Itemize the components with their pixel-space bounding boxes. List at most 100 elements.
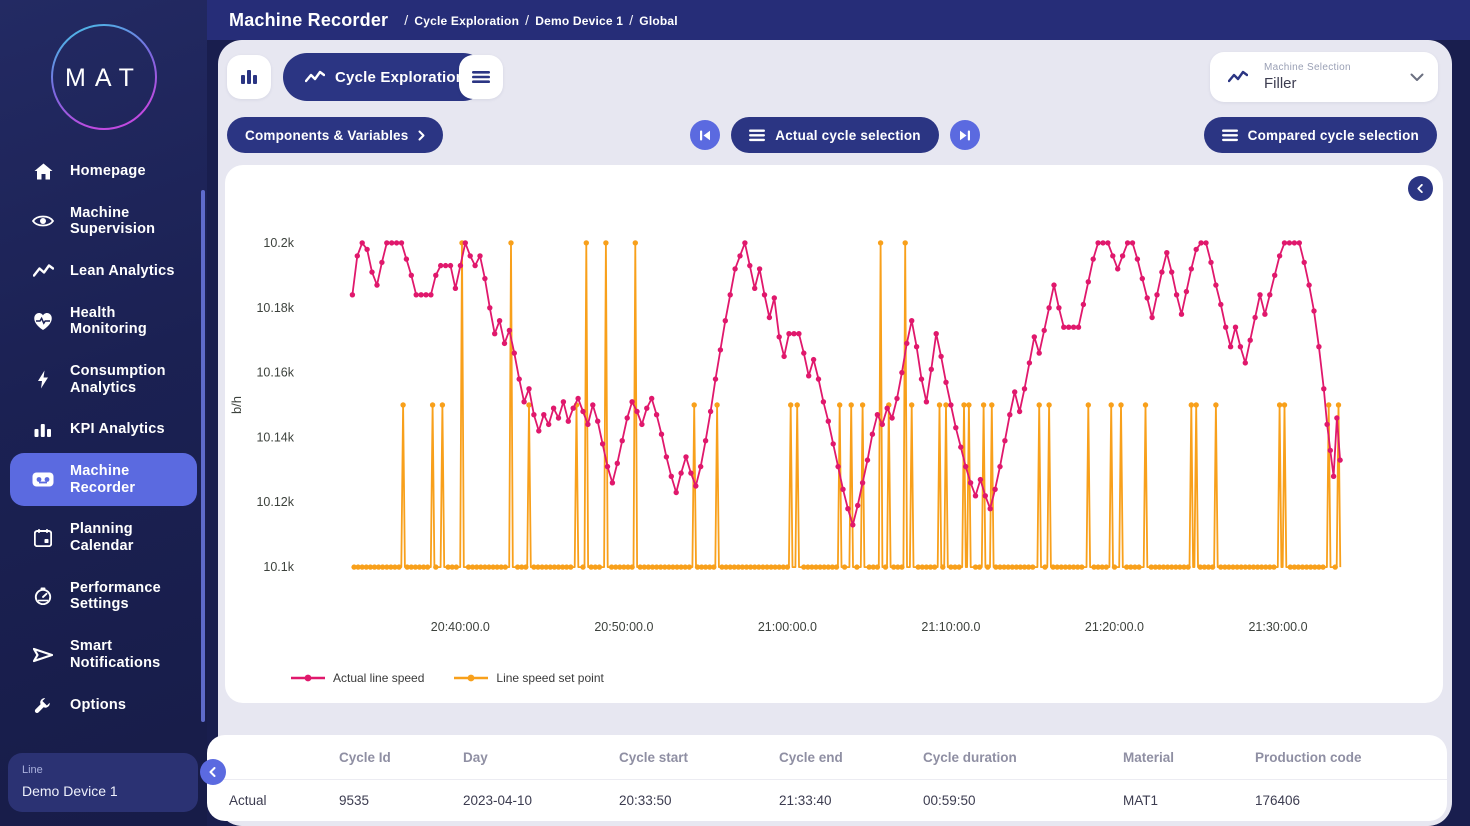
- data-point: [849, 402, 854, 407]
- actual-cycle-selection-button[interactable]: Actual cycle selection: [731, 117, 938, 153]
- data-point: [1051, 282, 1056, 287]
- data-point: [453, 286, 458, 291]
- data-point: [1169, 269, 1174, 274]
- data-point: [953, 425, 958, 430]
- compared-cycle-selection-button[interactable]: Compared cycle selection: [1204, 117, 1437, 153]
- header: Machine Recorder /Cycle Exploration/Demo…: [207, 0, 1470, 40]
- data-point: [1326, 402, 1331, 407]
- data-point: [610, 480, 615, 485]
- data-point: [571, 406, 576, 411]
- logo: MAT: [0, 22, 207, 132]
- data-point: [1248, 338, 1253, 343]
- sidebar-item-planning-calendar[interactable]: Planning Calendar: [10, 511, 197, 564]
- data-point: [978, 477, 983, 482]
- data-point: [958, 444, 963, 449]
- data-point: [458, 263, 463, 268]
- list-view-button[interactable]: [459, 55, 503, 99]
- breadcrumb-item[interactable]: Global: [639, 14, 678, 28]
- sidebar-item-performance-settings[interactable]: Performance Settings: [10, 570, 197, 623]
- sidebar-scrollbar[interactable]: [201, 190, 205, 722]
- data-point: [1324, 422, 1329, 427]
- sidebar-item-kpi-analytics[interactable]: KPI Analytics: [10, 411, 197, 448]
- data-point: [899, 564, 904, 569]
- data-point: [796, 331, 801, 336]
- data-point: [919, 376, 924, 381]
- tab-cycle-exploration[interactable]: Cycle Exploration: [283, 53, 487, 101]
- data-point: [615, 461, 620, 466]
- sidebar-item-options[interactable]: Options: [10, 686, 197, 724]
- data-point: [878, 240, 883, 245]
- legend-item[interactable]: Line speed set point: [454, 671, 603, 685]
- data-point: [1007, 412, 1012, 417]
- mat-logo-icon: MAT: [49, 22, 159, 132]
- data-point: [1282, 402, 1287, 407]
- breadcrumb-separator: /: [525, 12, 529, 28]
- chart-legend: Actual line speed Line speed set point: [291, 671, 604, 685]
- data-point: [894, 396, 899, 401]
- x-tick-label: 20:40:00.0: [431, 620, 490, 634]
- sidebar-item-label: Smart Notifications: [70, 638, 180, 671]
- data-point: [568, 564, 573, 569]
- data-point: [1112, 564, 1117, 569]
- data-point: [1109, 402, 1114, 407]
- chart-collapse-button[interactable]: [1408, 176, 1433, 201]
- data-point: [521, 399, 526, 404]
- data-point: [414, 292, 419, 297]
- skip-forward-icon: [959, 130, 971, 141]
- data-point: [409, 273, 414, 278]
- line-selector-card[interactable]: Line Demo Device 1: [8, 753, 198, 812]
- data-point: [1002, 438, 1007, 443]
- table-row[interactable]: Actual95352023-04-1020:33:5021:33:4000:5…: [207, 780, 1447, 820]
- breadcrumb-item[interactable]: Demo Device 1: [535, 14, 623, 28]
- breadcrumb: /Cycle Exploration/Demo Device 1/Global: [398, 12, 678, 28]
- data-point: [508, 240, 513, 245]
- sidebar-item-health-monitoring[interactable]: Health Monitoring: [10, 295, 197, 348]
- data-point: [404, 256, 409, 261]
- data-point: [1012, 389, 1017, 394]
- data-point: [948, 402, 953, 407]
- data-point: [350, 292, 355, 297]
- machine-selection-dropdown[interactable]: Machine Selection Filler: [1210, 52, 1438, 102]
- data-point: [791, 331, 796, 336]
- bar-chart-view-button[interactable]: [227, 55, 271, 99]
- data-point: [1086, 279, 1091, 284]
- data-point: [664, 454, 669, 459]
- data-point: [732, 266, 737, 271]
- data-point: [396, 564, 401, 569]
- data-point: [821, 399, 826, 404]
- sidebar-item-homepage[interactable]: Homepage: [10, 153, 197, 190]
- data-point: [546, 422, 551, 427]
- previous-cycle-button[interactable]: [690, 120, 720, 150]
- data-point: [899, 370, 904, 375]
- data-point: [943, 380, 948, 385]
- data-point: [757, 266, 762, 271]
- sidebar-item-machine-supervision[interactable]: Machine Supervision: [10, 195, 197, 248]
- legend-item[interactable]: Actual line speed: [291, 671, 424, 685]
- data-point: [880, 422, 885, 427]
- data-point: [1320, 564, 1325, 569]
- next-cycle-button[interactable]: [950, 120, 980, 150]
- data-point: [1046, 305, 1051, 310]
- data-point: [687, 564, 692, 569]
- data-point: [580, 564, 585, 569]
- sidebar-item-lean-analytics[interactable]: Lean Analytics: [10, 253, 197, 290]
- data-point: [1311, 308, 1316, 313]
- tab-label: Cycle Exploration: [335, 69, 465, 86]
- sidebar-item-consumption-analytics[interactable]: Consumption Analytics: [10, 353, 197, 406]
- data-point: [904, 341, 909, 346]
- sidebar-collapse-button[interactable]: [200, 759, 226, 785]
- breadcrumb-item[interactable]: Cycle Exploration: [414, 14, 519, 28]
- data-point: [454, 564, 459, 569]
- sidebar-item-smart-notifications[interactable]: Smart Notifications: [10, 628, 197, 681]
- sidebar-item-label: KPI Analytics: [70, 421, 165, 438]
- sidebar-item-machine-recorder[interactable]: Machine Recorder: [10, 453, 197, 506]
- data-point: [968, 480, 973, 485]
- column-header-cycle-duration: Cycle duration: [901, 750, 1101, 765]
- data-point: [477, 253, 482, 258]
- data-point: [693, 483, 698, 488]
- line-chart[interactable]: 10.1k10.12k10.14k10.16k10.18k10.2k20:40:…: [225, 187, 1441, 655]
- data-point: [400, 402, 405, 407]
- legend-swatch: [291, 673, 325, 683]
- data-point: [507, 328, 512, 333]
- data-point: [688, 470, 693, 475]
